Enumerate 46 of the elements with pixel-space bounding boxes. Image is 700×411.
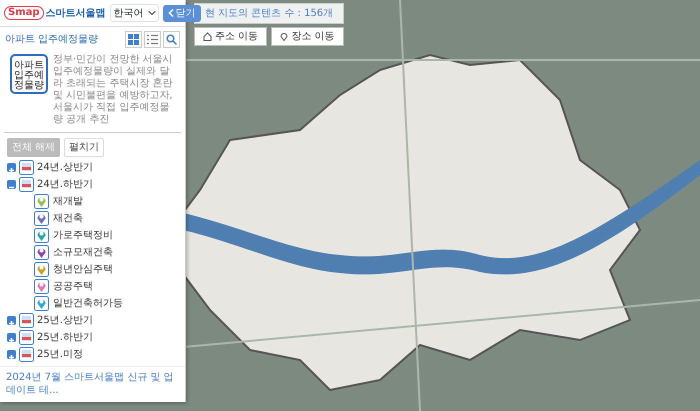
layer-group-icon [19,160,34,175]
map-nav-button[interactable]: 장소 이동 [271,27,344,46]
expand-toggle-icon[interactable] [7,316,16,325]
list-view-button[interactable] [144,31,161,48]
tree-node-label[interactable]: 24년.상반기 [37,160,93,175]
map-pin-icon [34,228,49,243]
expand-toggle-icon[interactable] [7,333,16,342]
map-nav-button[interactable]: 주소 이동 [194,27,267,46]
theme-title: 아파트 입주예정물량 [5,33,100,47]
layer-item-label[interactable]: 일반건축허가등 [53,296,123,311]
layer-item-label[interactable]: 소규모재건축 [53,245,113,260]
content-count: 현 지도의 콘텐츠 수 : 156개 [194,3,344,24]
layer-item-label[interactable]: 재개발 [53,194,83,209]
location-pin-icon [280,32,288,41]
layer-group-icon [19,347,34,362]
map-pin-icon [34,194,49,209]
tree-node-label[interactable]: 25년.하반기 [37,330,93,345]
layer-group-icon [19,313,34,328]
expand-toggle-icon[interactable] [7,350,16,359]
map-pin-icon [34,296,49,311]
tree-node-label[interactable]: 25년.미정 [37,347,83,362]
language-select[interactable]: 한국어 [110,4,159,22]
expand-toggle-icon[interactable] [7,163,16,172]
theme-thumbnail: 아파트 입주예정물량 [10,54,48,94]
chevron-left-icon [168,9,174,17]
layer-item-label[interactable]: 공공주택 [53,279,93,294]
expand-toggle-icon[interactable] [7,180,16,189]
map-pin-icon [34,262,49,277]
layer-group-icon [19,177,34,192]
map-pin-icon [34,245,49,260]
layer-item-label[interactable]: 가로주택정비 [53,228,113,243]
layer-group-icon [19,330,34,345]
layer-item-label[interactable]: 청년안심주택 [53,262,113,277]
logo-mark: Smap [4,6,44,20]
search-button[interactable] [163,31,180,48]
tree-node-label[interactable]: 24년.하반기 [37,177,93,192]
grid-view-button[interactable] [125,31,142,48]
logo-text: 스마트서울맵 [46,6,106,20]
map-pin-icon [34,211,49,226]
map-pin-icon [34,279,49,294]
tree-toggle-button[interactable]: 펼치기 [64,138,104,157]
notice-link[interactable]: 2024년 7월 스마트서울맵 신규 및 업데이트 테... [0,366,185,402]
tree-node-label[interactable]: 25년.상반기 [37,313,93,328]
layer-item-label[interactable]: 재건축 [53,211,83,226]
theme-description: 정부·민간이 전망한 서울시 입주예정물량이 실제와 달라 초래되는 주택시장 혼란 및 시민불편을 예방하고자, 서울시가 직접 입주예정물량 공개 추진 [53,54,174,126]
home-icon [202,32,212,41]
